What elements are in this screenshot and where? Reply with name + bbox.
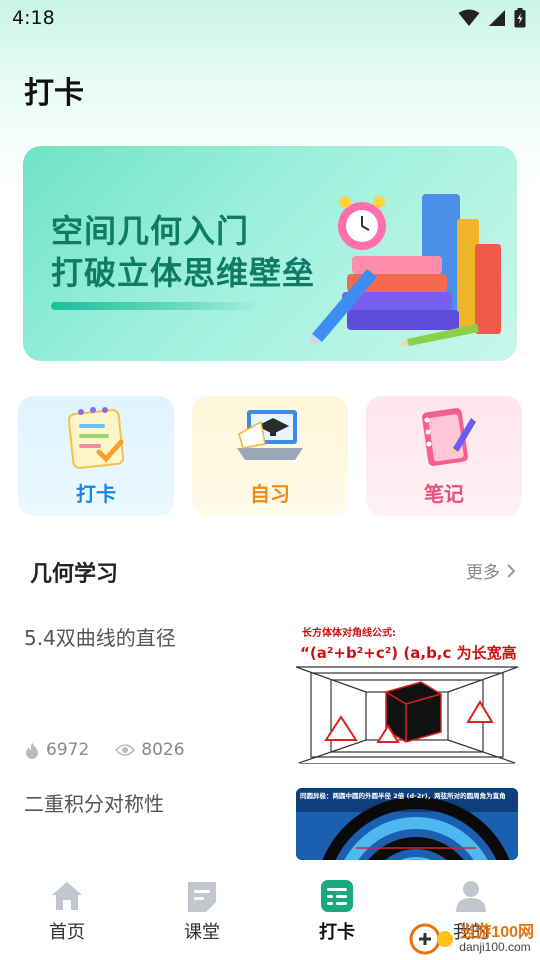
hot-count: 6972: [46, 740, 90, 760]
notebook-icon: [422, 408, 476, 466]
status-icons: [458, 8, 526, 28]
card-notes-label: 笔记: [424, 482, 464, 506]
home-icon: [52, 882, 82, 910]
watermark-url: danji100.com: [459, 940, 531, 955]
article-thumbnail: 同圆异极：两圆中圆的外圆半径 2倍 (d-2r)，两弦所对的圆周角为直角: [296, 788, 518, 860]
profile-icon: [456, 881, 486, 912]
concentric-circles-diagram-icon: 同圆异极：两圆中圆的外圆半径 2倍 (d-2r)，两弦所对的圆周角为直角: [296, 788, 518, 860]
banner-headline: 空间几何入门: [51, 212, 250, 250]
tab-checkin-label: 打卡: [319, 922, 355, 943]
signal-icon: [489, 10, 505, 26]
more-link-label: 更多: [466, 563, 500, 583]
battery-icon: [514, 8, 526, 28]
more-link[interactable]: 更多: [466, 558, 516, 583]
article-title: 二重积分对称性: [24, 792, 164, 816]
section-header: 几何学习 更多: [30, 556, 520, 587]
card-checkin[interactable]: 打卡: [18, 396, 174, 516]
status-bar: 4:18: [0, 0, 540, 36]
banner-subheadline: 打破立体思维壁垒: [51, 254, 316, 292]
thumb-formula: “(a²+b²+c²) (a,b,c 为长宽高): [300, 644, 518, 662]
status-time: 4:18: [12, 7, 55, 29]
laptop-graduation-icon: [237, 410, 303, 460]
list-item[interactable]: 二重积分对称性 同圆异极：两圆中圆的外圆半径 2倍 (d-2r)，两弦所对的圆周…: [24, 788, 518, 868]
card-notes[interactable]: 笔记: [366, 396, 522, 516]
checkin-icon: [321, 880, 353, 912]
list-item[interactable]: 5.4双曲线的直径 6972 8026 长方体体对角线公式: “(a²+b²+c…: [24, 622, 518, 767]
wifi-icon: [458, 9, 480, 26]
card-study-label: 自习: [250, 482, 290, 506]
classroom-icon: [188, 882, 216, 912]
tab-home-label: 首页: [49, 922, 85, 943]
flame-icon: [26, 742, 38, 759]
section-title: 几何学习: [30, 562, 119, 587]
feature-cards: 打卡 自习 笔记: [18, 396, 522, 516]
thumb-heading: 长方体体对角线公式:: [302, 626, 396, 639]
promo-banner[interactable]: 空间几何入门 打破立体思维壁垒: [23, 146, 517, 361]
checklist-icon: [67, 407, 125, 469]
view-count: 8026: [141, 740, 185, 760]
tab-home[interactable]: 首页: [17, 878, 117, 944]
tab-classroom[interactable]: 课堂: [152, 878, 252, 944]
view-stat: 8026: [115, 740, 185, 760]
books-illustration-icon: [309, 194, 501, 346]
article-thumbnail: 长方体体对角线公式: “(a²+b²+c²) (a,b,c 为长宽高): [296, 622, 518, 764]
article-stats: 6972 8026: [24, 740, 211, 760]
page-title: 打卡: [24, 76, 84, 111]
thumb-heading: 同圆异极：两圆中圆的外圆半径 2倍 (d-2r)，两弦所对的圆周角为直角: [300, 791, 506, 800]
hot-stat: 6972: [24, 740, 89, 760]
card-checkin-label: 打卡: [76, 482, 116, 506]
article-title: 5.4双曲线的直径: [24, 626, 176, 650]
eye-icon: [115, 744, 136, 756]
chevron-right-icon: [507, 563, 516, 578]
card-study[interactable]: 自习: [192, 396, 348, 516]
watermark: 当游100网 danji100.com: [409, 922, 534, 956]
watermark-brand: 当游100网: [459, 923, 534, 941]
box-diagonal-diagram-icon: 长方体体对角线公式: “(a²+b²+c²) (a,b,c 为长宽高): [296, 622, 518, 764]
tab-classroom-label: 课堂: [184, 922, 220, 943]
watermark-logo-icon: [409, 923, 454, 955]
tab-checkin[interactable]: 打卡: [287, 878, 387, 944]
banner-underline: [51, 302, 261, 310]
